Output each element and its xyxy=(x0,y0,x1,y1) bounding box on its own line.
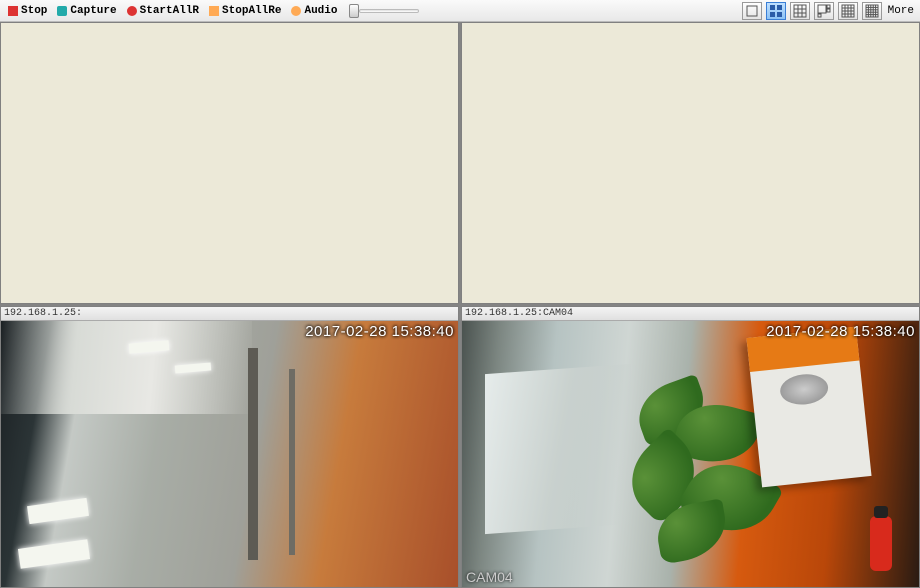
camera-icon xyxy=(57,6,67,16)
video-cell-2[interactable]: 192.168.1.25: 2017-02-28 15:38:40 xyxy=(0,306,459,588)
stop-all-label: StopAllRe xyxy=(222,5,281,17)
layout-toolbar: More xyxy=(742,2,916,20)
cell-title: 192.168.1.25: xyxy=(1,307,458,321)
grid-1-icon xyxy=(745,4,759,18)
grid-9-icon xyxy=(793,4,807,18)
grid-1p5-icon xyxy=(817,4,831,18)
speaker-icon xyxy=(291,6,301,16)
start-all-label: StartAllR xyxy=(140,5,199,17)
slider-knob-icon xyxy=(349,4,359,18)
capture-label: Capture xyxy=(70,5,116,17)
cell-title: 192.168.1.25:CAM04 xyxy=(462,307,919,321)
main-toolbar: Stop Capture StartAllR StopAllRe Audio xyxy=(0,0,920,22)
video-feed-blank xyxy=(462,23,919,303)
stop-all-record-button[interactable]: StopAllRe xyxy=(205,4,285,18)
layout-5x5-button[interactable] xyxy=(862,2,882,20)
capture-button[interactable]: Capture xyxy=(53,4,120,18)
audio-button[interactable]: Audio xyxy=(287,4,341,18)
video-cell-0[interactable] xyxy=(0,22,459,304)
layout-4x4-button[interactable] xyxy=(838,2,858,20)
more-button[interactable]: More xyxy=(886,5,916,17)
layout-1plus5-button[interactable] xyxy=(814,2,834,20)
video-feed: 2017-02-28 15:38:40 CAM04 xyxy=(462,321,919,587)
video-cell-3[interactable]: 192.168.1.25:CAM04 2017-02-28 15:38:40 C… xyxy=(461,306,920,588)
audio-label: Audio xyxy=(304,5,337,17)
video-feed-blank xyxy=(1,23,458,303)
stop-button[interactable]: Stop xyxy=(4,4,51,18)
stop-icon xyxy=(8,6,18,16)
stop-label: Stop xyxy=(21,5,47,17)
slider-track-icon xyxy=(359,9,419,13)
start-all-record-button[interactable]: StartAllR xyxy=(123,4,203,18)
record-icon xyxy=(127,6,137,16)
grid-4-icon xyxy=(769,4,783,18)
timestamp-overlay: 2017-02-28 15:38:40 xyxy=(305,323,454,340)
timestamp-overlay: 2017-02-28 15:38:40 xyxy=(766,323,915,340)
layout-2x2-button[interactable] xyxy=(766,2,786,20)
camera-label-overlay: CAM04 xyxy=(466,569,513,585)
volume-slider[interactable] xyxy=(349,4,419,18)
video-grid: 192.168.1.25: 2017-02-28 15:38:40 192.16… xyxy=(0,22,920,588)
grid-25-icon xyxy=(865,4,879,18)
stop-record-icon xyxy=(209,6,219,16)
video-cell-1[interactable] xyxy=(461,22,920,304)
layout-3x3-button[interactable] xyxy=(790,2,810,20)
grid-16-icon xyxy=(841,4,855,18)
layout-1x1-button[interactable] xyxy=(742,2,762,20)
video-feed: 2017-02-28 15:38:40 xyxy=(1,321,458,587)
